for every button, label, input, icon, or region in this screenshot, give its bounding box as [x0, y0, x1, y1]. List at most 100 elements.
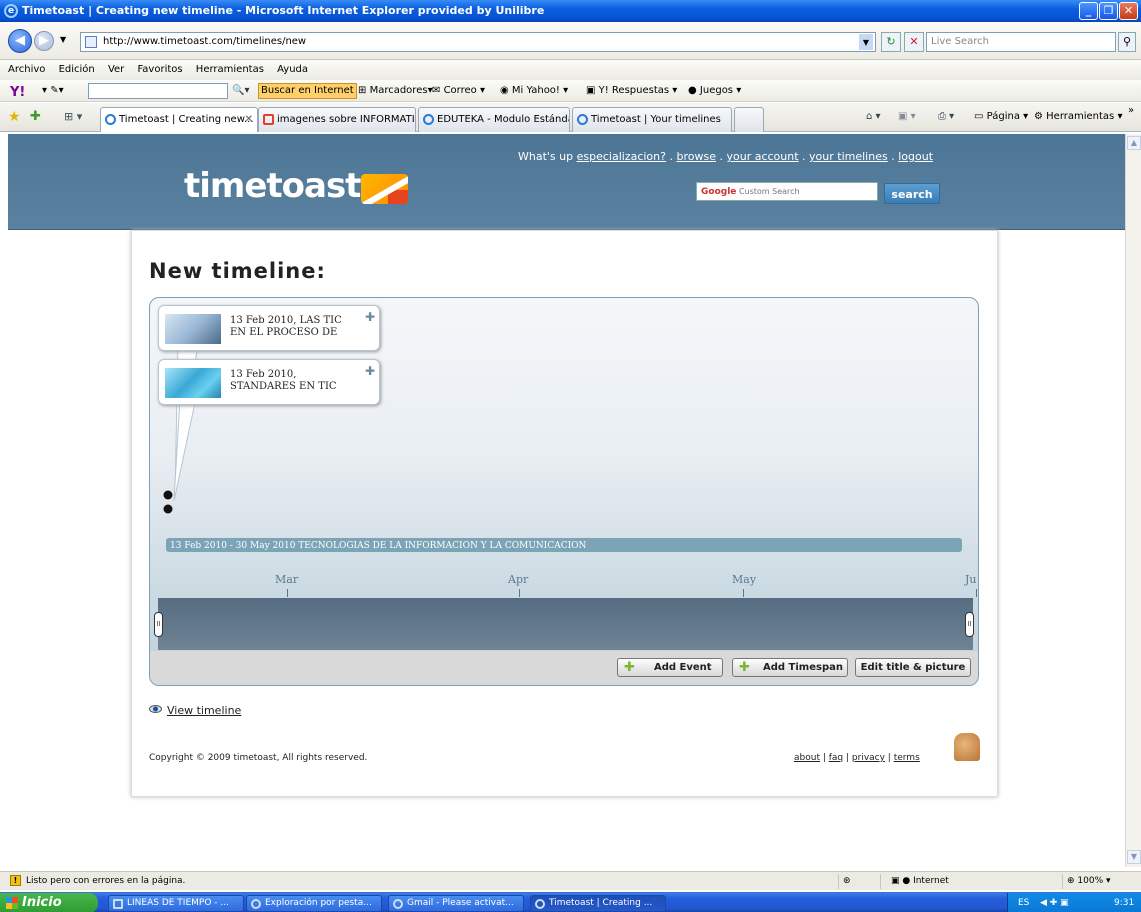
mail-menu[interactable]: ✉ Correo ▾ [432, 80, 485, 102]
yahoo-search-input[interactable] [88, 83, 228, 99]
zoom-control[interactable]: ⊕ 100% ▾ [1062, 874, 1141, 889]
add-event-label: Add Event [654, 662, 712, 673]
quick-tabs-icon[interactable]: ⊞ ▾ [64, 110, 82, 123]
menu-favoritos[interactable]: Favoritos [137, 64, 182, 75]
history-dropdown-icon[interactable]: ▼ [60, 35, 66, 44]
yahoo-logo-icon[interactable]: Y! [10, 82, 25, 104]
address-dropdown-icon[interactable]: ▼ [859, 34, 873, 50]
timespan-bar[interactable]: 13 Feb 2010 - 30 May 2010 TECNOLOGIAS DE… [166, 538, 962, 552]
timeline-editor: 13 Feb 2010, LAS TIC EN EL PROCESO DE ✚ … [149, 297, 979, 686]
bookmarks-menu[interactable]: ⊞ Marcadores▾ [358, 80, 433, 102]
terms-link[interactable]: terms [894, 753, 920, 763]
page-menu[interactable]: ▭ Página ▾ [974, 111, 1028, 122]
add-timespan-button[interactable]: ✚ Add Timespan [732, 658, 848, 677]
timeline-event-card[interactable]: 13 Feb 2010, STANDARES EN TIC ✚ [158, 359, 380, 405]
taskbar-item-lineas[interactable]: LINEAS DE TIEMPO - ... [108, 895, 244, 912]
live-search-input[interactable]: Live Search [926, 32, 1116, 52]
feeds-icon[interactable]: ▣ ▾ [898, 111, 916, 122]
tab-imagenes[interactable]: imagenes sobre INFORMATI... [258, 107, 416, 132]
event-dot[interactable] [163, 490, 173, 500]
warning-icon[interactable]: ! [10, 875, 21, 886]
vertical-scrollbar[interactable]: ▲ ▼ [1125, 134, 1141, 867]
search-icon[interactable]: ⚲ [1118, 32, 1136, 52]
system-tray: ES ◀ ✚ ▣ 9:31 [1007, 893, 1141, 912]
faq-link[interactable]: faq [829, 753, 843, 763]
taskbar-item-gmail[interactable]: Gmail - Please activat... [388, 895, 524, 912]
tray-icons[interactable]: ◀ ✚ ▣ [1040, 893, 1069, 912]
site-logo[interactable]: timetoast [184, 166, 361, 206]
privacy-link[interactable]: privacy [852, 753, 885, 763]
scroll-up-arrow[interactable]: ▲ [1127, 136, 1141, 150]
timeline-scrubber[interactable]: ll ll [154, 598, 974, 650]
event-thumbnail [165, 368, 221, 398]
tab-label: imagenes sobre INFORMATI... [277, 114, 416, 125]
favorites-star-icon[interactable]: ★ [8, 109, 21, 125]
tab-timetoast-creating[interactable]: Timetoast | Creating new... ✕ [100, 107, 258, 132]
add-favorite-icon[interactable]: ✚ [30, 109, 41, 124]
yahoo-search-icon[interactable]: 🔍▾ [232, 80, 249, 102]
tab-eduteka[interactable]: EDUTEKA - Modulo Estándar... [418, 107, 570, 132]
scrubber-right-handle[interactable]: ll [965, 612, 974, 637]
logout-link[interactable]: logout [898, 150, 933, 163]
timeline-event-card[interactable]: 13 Feb 2010, LAS TIC EN EL PROCESO DE ✚ [158, 305, 380, 351]
menu-ver[interactable]: Ver [108, 64, 124, 75]
start-label: Inicio [22, 895, 62, 910]
event-dot[interactable] [163, 504, 173, 514]
minimize-button[interactable]: _ [1079, 2, 1098, 20]
your-timelines-link[interactable]: your timelines [809, 150, 888, 163]
edit-title-picture-button[interactable]: Edit title & picture [855, 658, 971, 677]
menu-archivo[interactable]: Archivo [8, 64, 45, 75]
answers-menu[interactable]: ▣ Y! Respuestas ▾ [586, 80, 677, 102]
status-bar: ! Listo pero con errores en la página. ⊛… [0, 871, 1141, 890]
site-search-input[interactable]: Google Custom Search [696, 182, 878, 201]
menu-bar: Archivo Edición Ver Favoritos Herramient… [0, 60, 1141, 80]
your-account-link[interactable]: your account [726, 150, 798, 163]
close-tab-icon[interactable]: ✕ [245, 108, 253, 131]
taskbar-item-exploracion[interactable]: Exploración por pesta... [246, 895, 382, 912]
browse-link[interactable]: browse [676, 150, 716, 163]
clock[interactable]: 9:31 [1114, 893, 1134, 912]
address-field[interactable]: http://www.timetoast.com/timelines/new ▼ [80, 32, 876, 52]
menu-herramientas[interactable]: Herramientas [196, 64, 264, 75]
expand-event-icon[interactable]: ✚ [365, 310, 375, 324]
maximize-button[interactable]: ❐ [1099, 2, 1118, 20]
new-tab-button[interactable] [734, 107, 764, 132]
about-link[interactable]: about [794, 753, 820, 763]
scrubber-left-handle[interactable]: ll [154, 612, 163, 637]
pencil-dropdown-icon[interactable]: ▾ ✎▾ [42, 80, 64, 102]
greeting: What's up [518, 150, 574, 163]
window-title-bar[interactable]: e Timetoast | Creating new timeline - Mi… [0, 0, 1141, 22]
chevron-right-icon[interactable]: » [1128, 105, 1134, 116]
ie-icon [251, 899, 261, 909]
copyright: Copyright © 2009 timetoast, All rights r… [149, 753, 368, 763]
tools-menu[interactable]: ⚙ Herramientas ▾ [1034, 111, 1122, 122]
expand-event-icon[interactable]: ✚ [365, 364, 375, 378]
close-window-button[interactable]: ✕ [1119, 2, 1138, 20]
menu-edicion[interactable]: Edición [59, 64, 95, 75]
stop-button[interactable]: ✕ [904, 32, 924, 52]
security-zone[interactable]: ▣ ● Internet [880, 874, 1030, 889]
site-search-button[interactable]: search [884, 183, 940, 204]
scroll-down-arrow[interactable]: ▼ [1127, 850, 1141, 864]
refresh-button[interactable]: ↻ [881, 32, 901, 52]
back-button[interactable]: ◀ [8, 29, 32, 53]
add-event-button[interactable]: ✚ Add Event [617, 658, 723, 677]
view-timeline-link[interactable]: View timeline [149, 704, 241, 717]
zoom-value: 100% [1077, 876, 1104, 886]
print-icon[interactable]: ⎙ ▾ [938, 111, 954, 122]
start-button[interactable]: Inicio [0, 893, 98, 912]
tab-bar: ★ ✚ ⊞ ▾ Timetoast | Creating new... ✕ im… [0, 103, 1141, 132]
tab-your-timelines[interactable]: Timetoast | Your timelines [572, 107, 732, 132]
privacy-eye-icon[interactable]: ⊛ [838, 874, 878, 889]
my-yahoo-menu[interactable]: ◉ Mi Yahoo! ▾ [500, 80, 568, 102]
yahoo-search-button[interactable]: Buscar en Internet [258, 83, 357, 99]
taskbar-item-timetoast[interactable]: Timetoast | Creating ... [530, 895, 666, 912]
taskbar-item-label: Timetoast | Creating ... [549, 898, 653, 908]
username-link[interactable]: especializacion? [577, 150, 666, 163]
page-icon [85, 36, 97, 48]
forward-button[interactable]: ▶ [34, 31, 54, 51]
language-indicator[interactable]: ES [1018, 893, 1029, 912]
menu-ayuda[interactable]: Ayuda [277, 64, 308, 75]
games-menu[interactable]: ● Juegos ▾ [688, 80, 741, 102]
home-icon[interactable]: ⌂ ▾ [866, 111, 881, 122]
